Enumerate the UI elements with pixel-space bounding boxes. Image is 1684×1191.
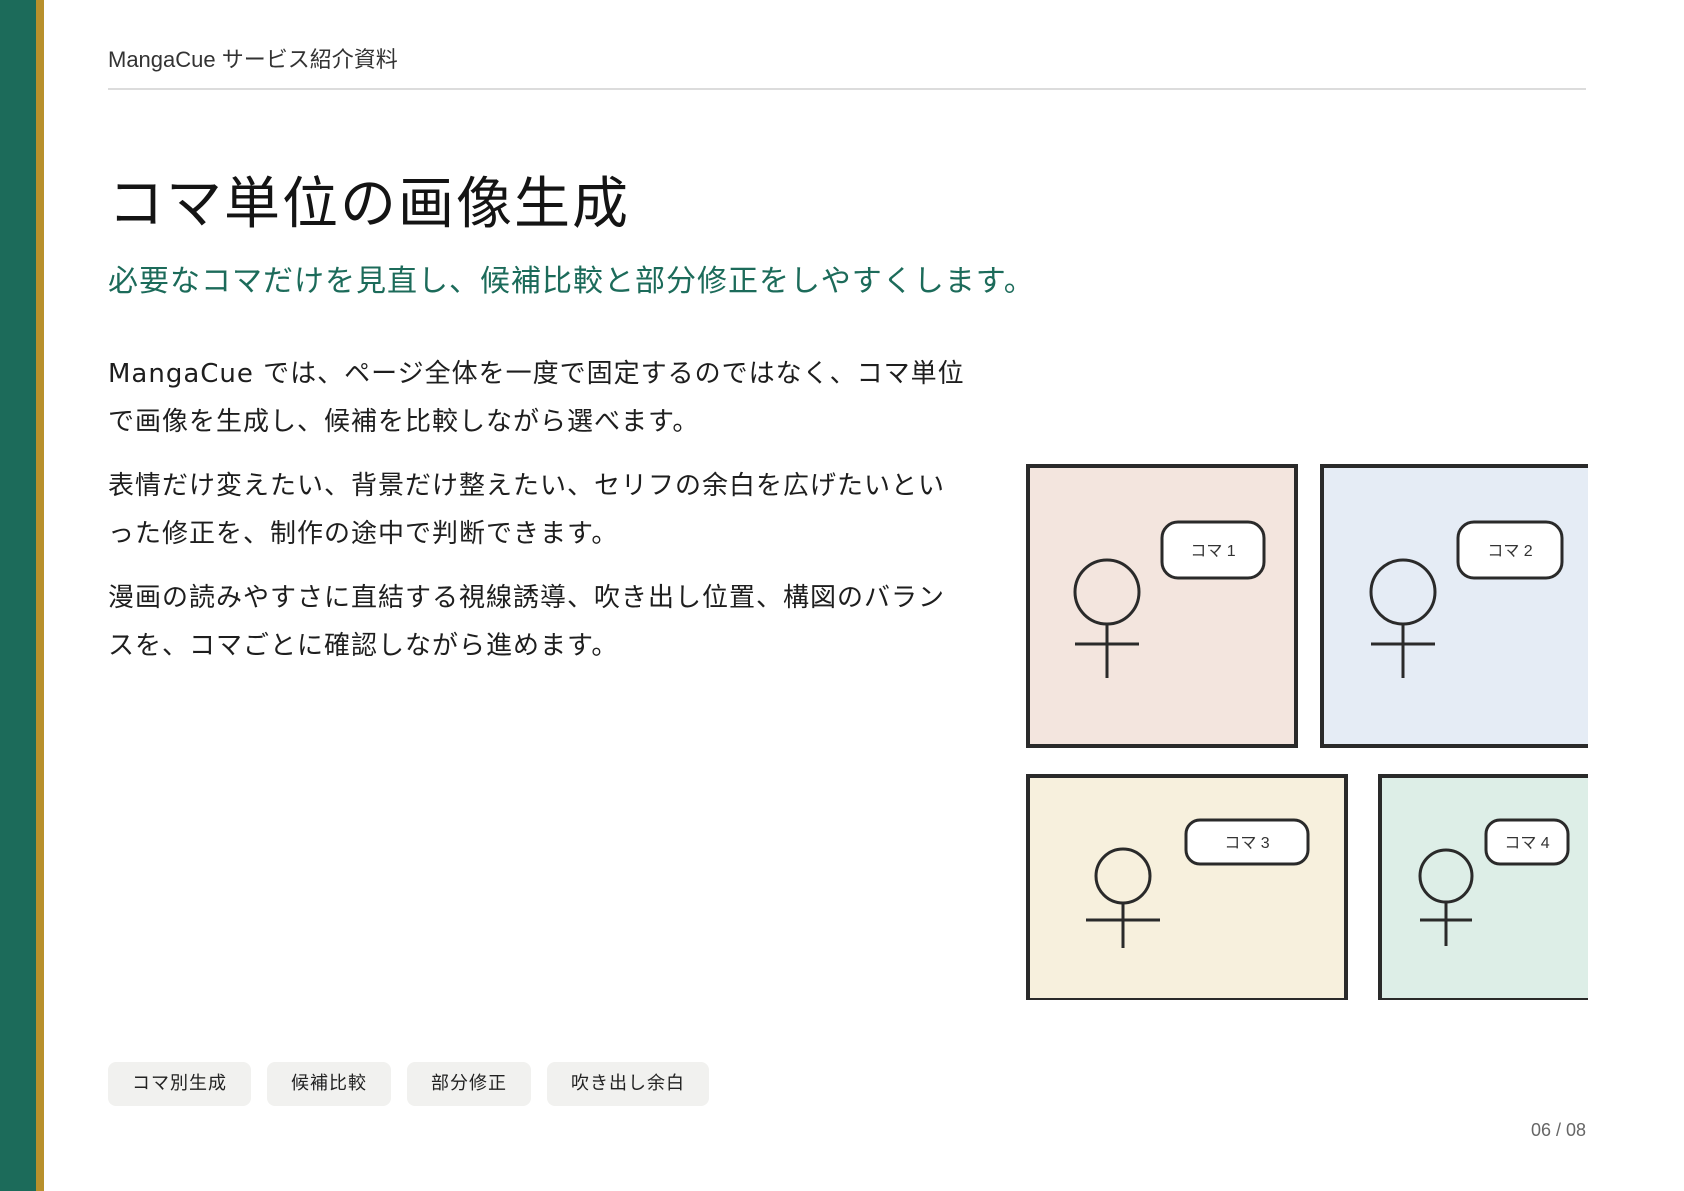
slide-title: コマ単位の画像生成 [108, 172, 630, 237]
panel-2-frame [1320, 464, 1588, 748]
slide-subtitle: 必要なコマだけを見直し、候補比較と部分修正をしやすくします。 [108, 264, 1035, 299]
header-title: MangaCue サービス紹介資料 [108, 47, 398, 72]
panel-2-label: コマ 2 [1487, 543, 1532, 560]
panel-3-frame [1026, 774, 1348, 1000]
feature-tags: コマ別生成 候補比較 部分修正 吹き出し余白 [108, 1062, 709, 1106]
paragraph-1: MangaCue では、ページ全体を一度で固定するのではなく、コマ単位で画像を生… [108, 359, 965, 437]
paragraph-3: 漫画の読みやすさに直結する視線誘導、吹き出し位置、構図のバランスを、コマごとに確… [108, 583, 946, 661]
panels-svg: コマ 1 コマ 2 コマ 3 コマ 4 [1026, 464, 1588, 1000]
panel-4-label: コマ 4 [1504, 835, 1549, 852]
left-accent-stripe [36, 0, 44, 1191]
paragraph-2: 表情だけ変えたい、背景だけ整えたい、セリフの余白を広げたいといった修正を、制作の… [108, 471, 946, 549]
panel-3-label: コマ 3 [1224, 835, 1269, 852]
panel-3: コマ 3 [1026, 774, 1348, 1000]
header: MangaCue サービス紹介資料 [108, 46, 1586, 90]
tag-bubble-margin: 吹き出し余白 [547, 1062, 709, 1106]
tag-frame-generation: コマ別生成 [108, 1062, 251, 1106]
panel-1-frame [1026, 464, 1298, 748]
tag-candidate-comparison: 候補比較 [267, 1062, 391, 1106]
panel-4-frame [1378, 774, 1588, 1000]
manga-panels-illustration: コマ 1 コマ 2 コマ 3 コマ 4 [1018, 462, 1588, 1000]
panel-1-label: コマ 1 [1190, 543, 1235, 560]
page-number: 06 / 08 [1530, 1120, 1586, 1140]
tag-partial-edit: 部分修正 [407, 1062, 531, 1106]
slide: MangaCue サービス紹介資料 コマ単位の画像生成 必要なコマだけを見直し、… [0, 0, 1684, 1191]
panel-1: コマ 1 [1026, 464, 1298, 748]
left-brand-bar [0, 0, 36, 1191]
panel-2: コマ 2 [1320, 464, 1588, 748]
body-text: MangaCue では、ページ全体を一度で固定するのではなく、コマ単位で画像を生… [108, 350, 968, 686]
panel-4: コマ 4 [1378, 774, 1588, 1000]
